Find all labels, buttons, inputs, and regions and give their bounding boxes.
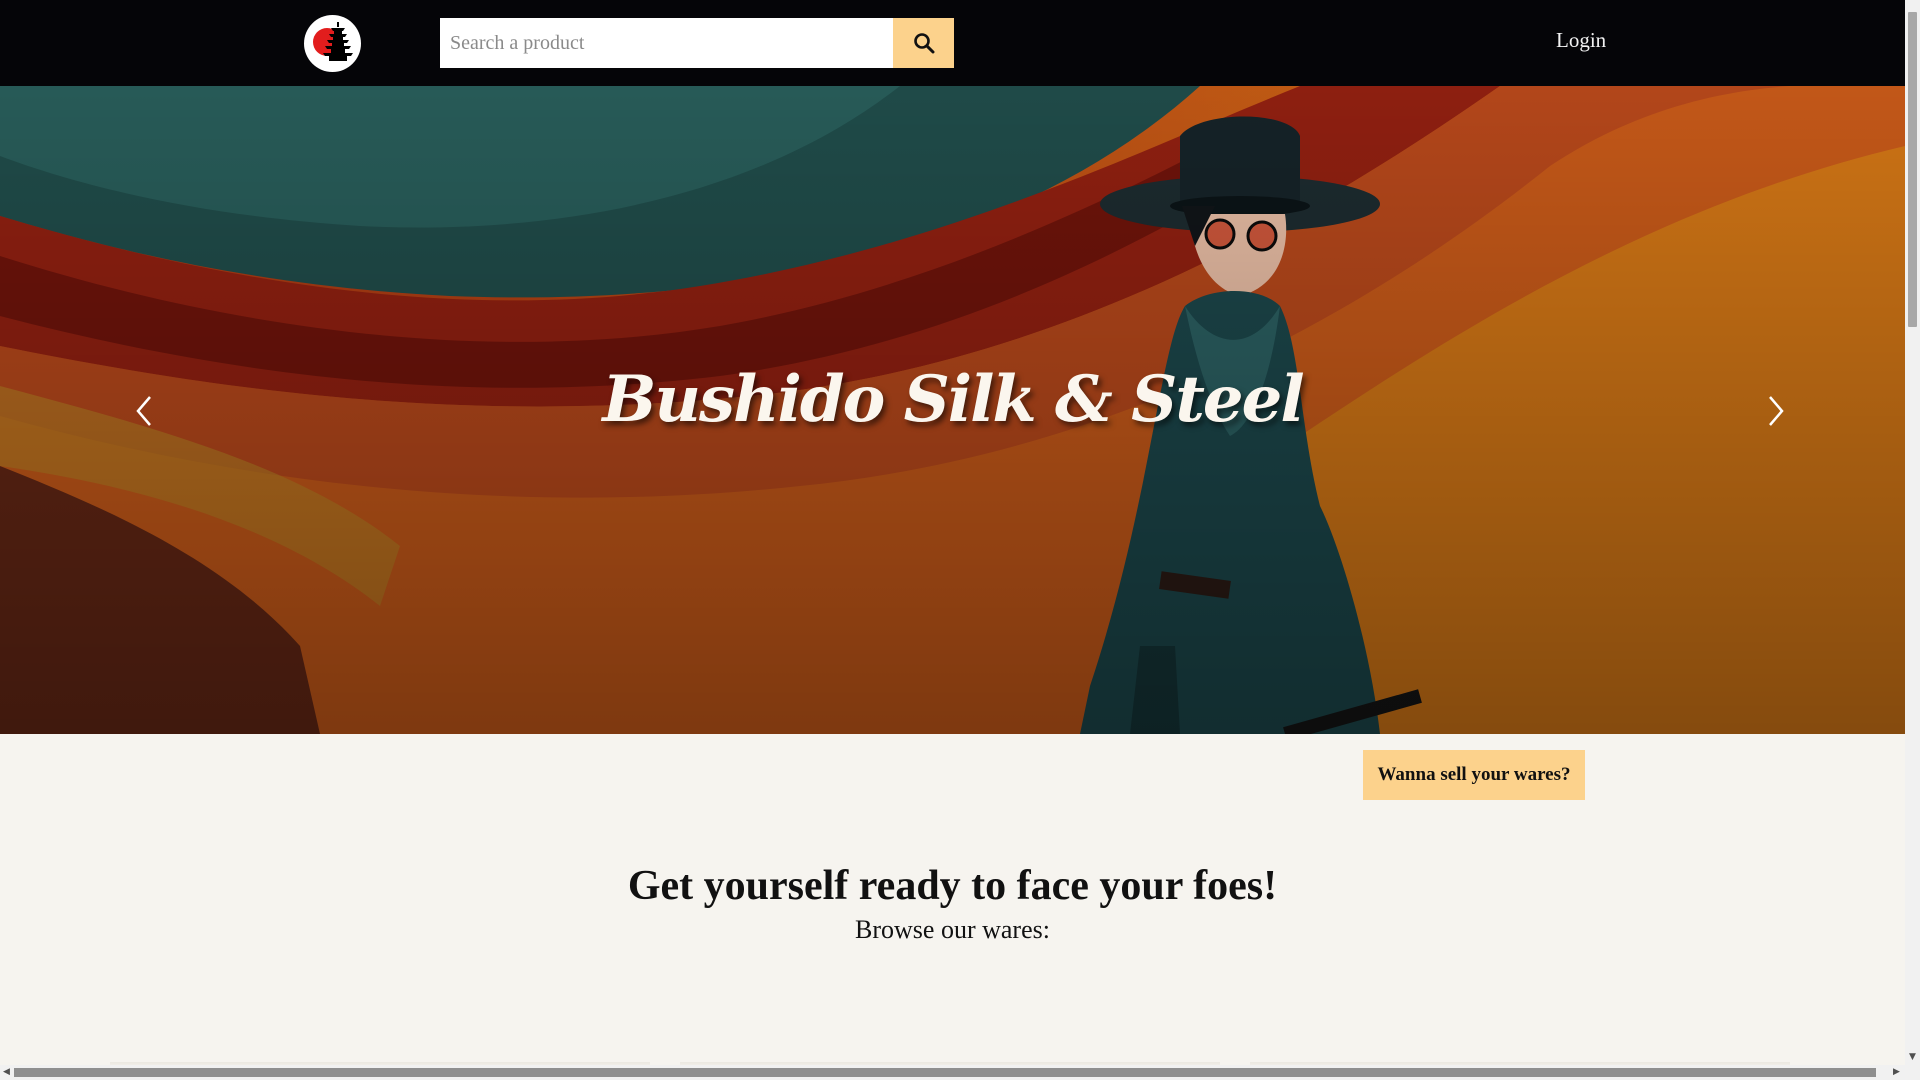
scroll-down-arrow-icon[interactable]: ▼ [1909,1050,1916,1065]
scroll-left-arrow-icon[interactable]: ◀ [3,1065,10,1080]
search-bar [440,18,954,68]
page-subheading: Browse our wares: [855,915,1050,944]
pagoda-sun-logo[interactable] [304,15,361,72]
scroll-right-arrow-icon[interactable]: ▶ [1893,1065,1900,1080]
page-heading: Get yourself ready to face your foes! [627,863,1278,909]
horizontal-scrollbar[interactable]: ◀ ▶ [0,1065,1920,1080]
hero-carousel: Bushido Silk & Steel [0,86,1905,734]
login-link[interactable]: Login [1556,28,1606,53]
search-icon [913,33,934,54]
search-input[interactable] [440,18,893,68]
top-navbar: Login [0,0,1905,86]
hero-title: Bushido Silk & Steel [602,362,1304,437]
search-button[interactable] [893,18,954,68]
vertical-scrollbar-thumb[interactable] [1908,12,1917,327]
vertical-scrollbar[interactable]: ▼ [1905,0,1920,1065]
sell-wares-button[interactable]: Wanna sell your wares? [1363,750,1585,800]
horizontal-scrollbar-thumb[interactable] [14,1068,1876,1077]
